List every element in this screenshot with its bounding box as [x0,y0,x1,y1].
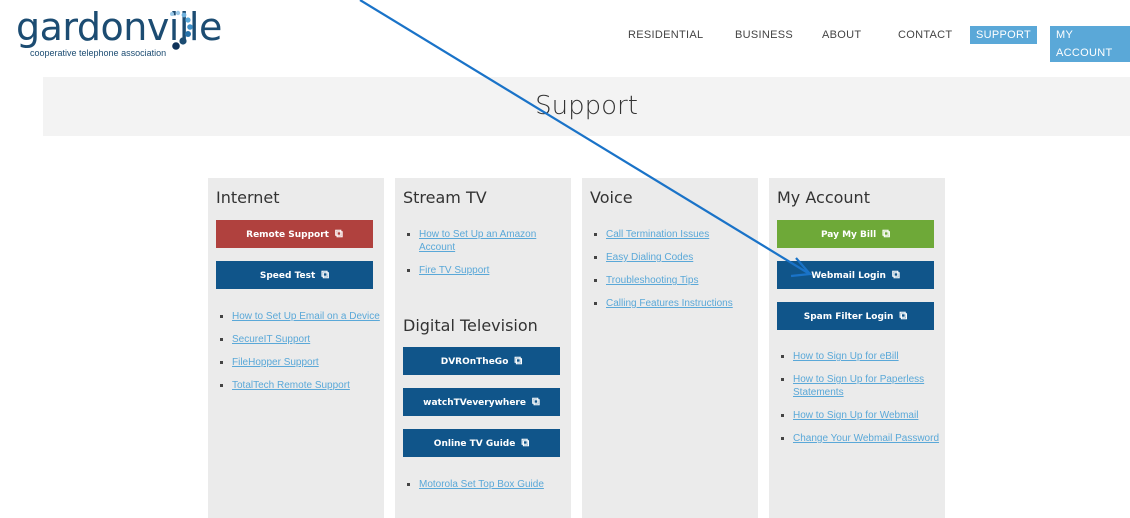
link-webmail-signup[interactable]: How to Sign Up for Webmail [793,410,918,421]
hero-banner: Support [43,77,1130,136]
link-filehopper[interactable]: FileHopper Support [232,357,319,368]
list-item: Motorola Set Top Box Guide [419,478,569,491]
voice-links: Call Termination Issues Easy Dialing Cod… [590,228,756,320]
link-dialing-codes[interactable]: Easy Dialing Codes [606,252,693,263]
my-account-card: My Account Pay My Bill ⧉ Webmail Login ⧉ S… [769,178,945,518]
link-amazon-account[interactable]: How to Set Up an Amazon Account [419,229,536,253]
list-item: How to Sign Up for Webmail [793,409,943,422]
link-fire-tv[interactable]: Fire TV Support [419,265,489,276]
internet-card: Internet Remote Support⧉ Speed Test⧉ How… [208,178,384,518]
list-item: How to Set Up Email on a Device [232,310,382,323]
watch-tv-everywhere-button[interactable]: watchTVeverywhere ⧉ [403,388,560,416]
voice-heading: Voice [590,188,633,207]
nav-support[interactable]: SUPPORT [970,26,1038,44]
webmail-login-button[interactable]: Webmail Login ⧉ [777,261,934,289]
speed-test-button[interactable]: Speed Test ⧉ [216,261,373,289]
list-item: How to Sign Up for eBill [793,350,943,363]
list-item: Change Your Webmail Password [793,432,943,445]
list-item: Troubleshooting Tips [606,274,756,287]
pay-my-bill-button[interactable]: Pay My Bill ⧉ [777,220,934,248]
account-links: How to Sign Up for eBill How to Sign Up … [777,350,943,455]
page-title: Support [535,91,638,121]
stream-links: How to Set Up an Amazon Account Fire TV … [403,228,569,287]
list-item: Call Termination Issues [606,228,756,241]
external-link-icon: ⧉ [891,268,900,281]
stream-tv-heading: Stream TV [403,188,487,207]
internet-heading: Internet [216,188,280,207]
list-item: FileHopper Support [232,356,382,369]
external-link-icon: ⧉ [514,354,523,367]
my-account-heading: My Account [777,188,870,207]
nav-business[interactable]: BUSINESS [735,26,793,44]
nav-contact[interactable]: CONTACT [898,26,952,44]
dvr-on-the-go-button[interactable]: DVROnTheGo ⧉ [403,347,560,375]
list-item: How to Set Up an Amazon Account [419,228,569,254]
external-link-icon: ⧉ [899,309,908,322]
link-totaltech[interactable]: TotalTech Remote Support [232,380,350,391]
external-link-icon: ⧉ [531,395,540,408]
list-item: TotalTech Remote Support [232,379,382,392]
link-calling-features[interactable]: Calling Features Instructions [606,298,733,309]
external-link-icon: ⧉ [882,227,891,240]
nav-residential[interactable]: RESIDENTIAL [628,26,703,44]
link-paperless[interactable]: How to Sign Up for Paperless Statements [793,374,924,398]
digital-links: Motorola Set Top Box Guide [403,478,569,501]
external-link-icon: ⧉ [334,227,343,240]
internet-links: How to Set Up Email on a Device SecureIT… [216,310,382,402]
link-troubleshooting[interactable]: Troubleshooting Tips [606,275,698,286]
remote-support-button[interactable]: Remote Support ⧉ [216,220,373,248]
link-motorola-guide[interactable]: Motorola Set Top Box Guide [419,479,544,490]
digital-tv-heading: Digital Television [403,316,538,335]
link-email-setup[interactable]: How to Set Up Email on a Device [232,311,380,322]
nav-about[interactable]: ABOUT [822,26,861,44]
list-item: Calling Features Instructions [606,297,756,310]
nav-my-account[interactable]: MY ACCOUNT [1050,26,1130,62]
link-call-termination[interactable]: Call Termination Issues [606,229,709,240]
voice-card: Voice Call Termination Issues Easy Diali… [582,178,758,518]
spam-filter-login-button[interactable]: Spam Filter Login ⧉ [777,302,934,330]
list-item: Easy Dialing Codes [606,251,756,264]
list-item: SecureIT Support [232,333,382,346]
link-secureit[interactable]: SecureIT Support [232,334,310,345]
external-link-icon: ⧉ [321,268,330,281]
online-tv-guide-button[interactable]: Online TV Guide ⧉ [403,429,560,457]
link-ebill[interactable]: How to Sign Up for eBill [793,351,899,362]
logo-tagline: cooperative telephone association [30,48,167,58]
list-item: How to Sign Up for Paperless Statements [793,373,943,399]
stream-tv-card: Stream TV How to Set Up an Amazon Accoun… [395,178,571,518]
link-webmail-password[interactable]: Change Your Webmail Password [793,433,939,444]
main-nav: RESIDENTIAL BUSINESS ABOUT CONTACT SUPPO… [0,26,1130,62]
external-link-icon: ⧉ [521,436,530,449]
list-item: Fire TV Support [419,264,569,277]
